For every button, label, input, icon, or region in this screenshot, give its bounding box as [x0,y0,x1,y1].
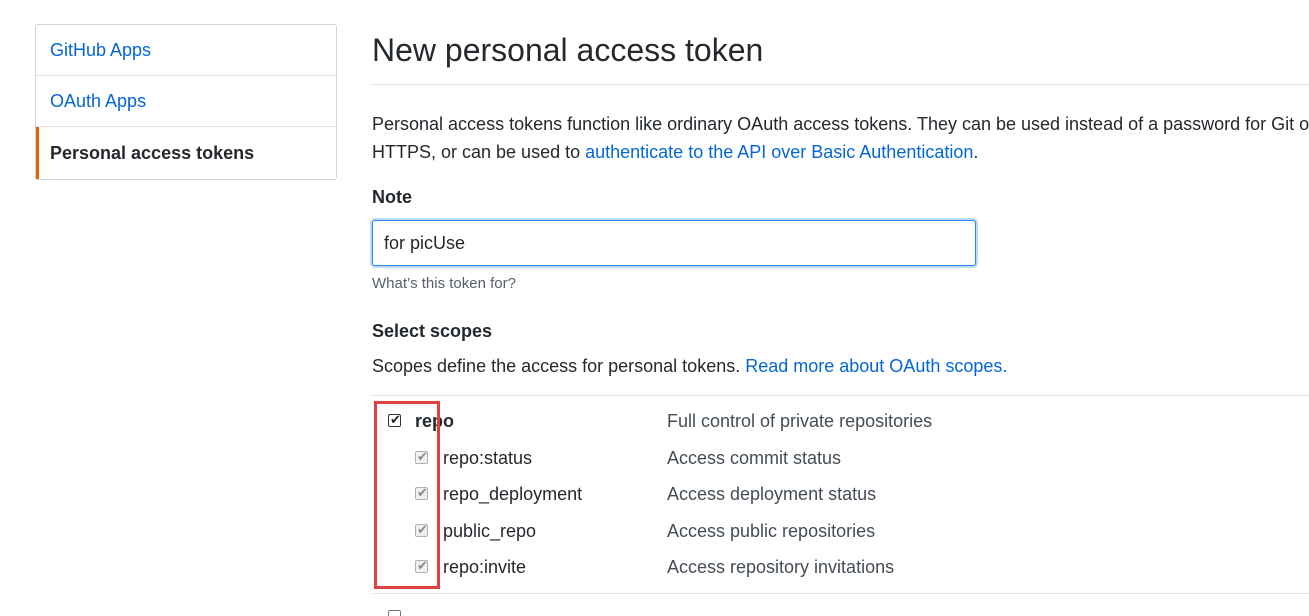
scope-name: repo_deployment [443,484,583,504]
check-icon: ✔ [417,522,428,537]
description-end: . [973,142,979,162]
scopes-desc-text: Scopes define the access for personal to… [372,356,746,376]
scope-row-repo: ✔ repo Full control of private repositor… [372,411,1309,441]
scope-name: public_repo [443,521,537,541]
scope-row-repo-invite: ✔ repo:invite Access repository invitati… [372,557,1309,587]
select-scopes-label: Select scopes [372,321,493,341]
sidebar-item-personal-access-tokens[interactable]: Personal access tokens [36,127,336,179]
scope-name: repo [415,411,455,431]
scope-description: Access public repositories [667,521,876,541]
oauth-scopes-link[interactable]: Read more about OAuth scopes. [745,356,1007,376]
public-repo-checkbox[interactable]: ✔ [415,522,428,537]
scope-row-repo-deployment: ✔ repo_deployment Access deployment stat… [372,484,1309,514]
settings-sidebar: GitHub Apps OAuth Apps Personal access t… [35,24,337,180]
note-input[interactable] [372,220,976,266]
repo-invite-checkbox[interactable]: ✔ [415,558,428,573]
check-icon: ✔ [417,558,428,573]
sidebar-item-oauth-apps[interactable]: OAuth Apps [36,76,336,127]
scope-description: Access commit status [667,448,842,468]
scopes-group-divider [372,593,1309,594]
scope-description: Access repository invitations [667,557,895,577]
scopes-top-divider [372,395,1309,396]
check-icon: ✔ [390,412,401,427]
description-text: Personal access tokens function like ord… [372,114,1309,134]
note-label: Note [372,187,412,207]
title-divider [372,84,1309,85]
page-title: New personal access token [372,32,764,68]
check-icon: ✔ [417,449,428,464]
sidebar-item-github-apps[interactable]: GitHub Apps [36,25,336,76]
next-scope-checkbox[interactable] [388,610,401,616]
scope-row-public-repo: ✔ public_repo Access public repositories [372,521,1309,551]
token-description: Personal access tokens function like ord… [372,110,1309,166]
description-text-2: HTTPS, or can be used to [372,142,586,162]
repo-status-checkbox[interactable]: ✔ [415,449,428,464]
note-hint: What’s this token for? [372,275,516,292]
scope-name: repo:invite [443,557,527,577]
scopes-description: Scopes define the access for personal to… [372,356,1007,377]
check-icon: ✔ [417,485,428,500]
repo-deployment-checkbox[interactable]: ✔ [415,485,428,500]
scope-name: repo:status [443,448,533,468]
scope-description: Access deployment status [667,484,877,504]
scope-description: Full control of private repositories [667,411,933,431]
scope-row-repo-status: ✔ repo:status Access commit status [372,448,1309,478]
basic-auth-link[interactable]: authenticate to the API over Basic Authe… [585,142,973,162]
repo-checkbox[interactable]: ✔ [388,412,401,427]
